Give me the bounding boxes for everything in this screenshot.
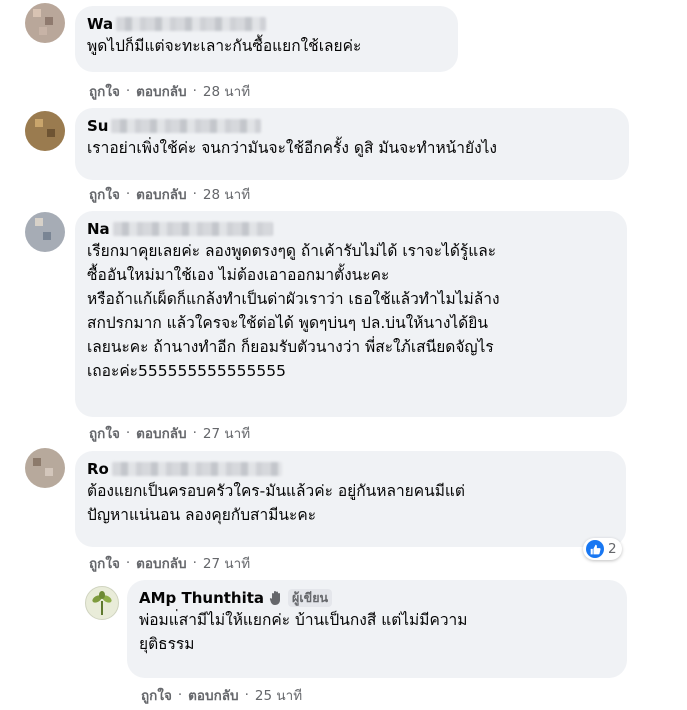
comment-text: พูดไปก็มีแต่จะทะเลาะกันซื้อแยกใช้เลยค่ะ: [87, 37, 362, 55]
comment-author[interactable]: Su: [87, 116, 617, 136]
avatar[interactable]: [25, 448, 65, 488]
comment-text: พ่อมแ่สามีไม่ให้แยกค่ะ บ้านเป็นกงสี แต่ไ…: [139, 611, 468, 653]
comment-author[interactable]: Na: [87, 219, 615, 239]
comment-author[interactable]: Wa: [87, 14, 446, 34]
comment-author[interactable]: Ro: [87, 459, 614, 479]
reply-link[interactable]: ตอบกลับ: [188, 684, 238, 706]
comment-actions: ถูกใจ · ตอบกลับ · 27 นาที: [89, 552, 250, 574]
timestamp-link[interactable]: 27 นาที: [203, 552, 250, 574]
thumbs-up-icon: [586, 540, 604, 558]
reply-bubble: AMp Thunthita ผู้เขียน พ่อมแ่สามีไม่ให้แ…: [127, 580, 627, 678]
like-link[interactable]: ถูกใจ: [89, 183, 120, 205]
reply-link[interactable]: ตอบกลับ: [136, 552, 186, 574]
comment-bubble: Wa พูดไปก็มีแต่จะทะเลาะกันซื้อแยกใช้เลยค…: [75, 6, 458, 72]
like-link[interactable]: ถูกใจ: [141, 684, 172, 706]
timestamp-link[interactable]: 28 นาที: [203, 183, 250, 205]
comment-text: เราอย่าเพิ่งใช้ค่ะ จนกว่ามันจะใช้อีกครั้…: [87, 139, 498, 157]
comment-bubble: Na เรียกมาคุยเลยค่ะ ลองพูดตรงๆดู ถ้าเค้า…: [75, 211, 627, 417]
reaction-count[interactable]: 2: [583, 538, 622, 560]
like-link[interactable]: ถูกใจ: [89, 552, 120, 574]
like-link[interactable]: ถูกใจ: [89, 80, 120, 102]
reply-link[interactable]: ตอบกลับ: [136, 80, 186, 102]
timestamp-link[interactable]: 25 นาที: [255, 684, 302, 706]
comment-actions: ถูกใจ · ตอบกลับ · 25 นาที: [141, 684, 302, 706]
avatar[interactable]: [85, 586, 119, 620]
comment-bubble: Su เราอย่าเพิ่งใช้ค่ะ จนกว่ามันจะใช้อีกค…: [75, 108, 629, 180]
plant-icon: [92, 591, 112, 615]
comment-text: ต้องแยกเป็นครอบครัวใคร-มันแล้วค่ะ อยู่กั…: [87, 482, 465, 524]
reply-link[interactable]: ตอบกลับ: [136, 183, 186, 205]
author-badge: ผู้เขียน: [288, 589, 333, 607]
waving-hand-icon: [268, 590, 284, 606]
avatar[interactable]: [25, 212, 65, 252]
timestamp-link[interactable]: 27 นาที: [203, 422, 250, 444]
comment-text: เรียกมาคุยเลยค่ะ ลองพูดตรงๆดู ถ้าเค้ารับ…: [87, 242, 500, 380]
avatar[interactable]: [25, 3, 65, 43]
timestamp-link[interactable]: 28 นาที: [203, 80, 250, 102]
like-link[interactable]: ถูกใจ: [89, 422, 120, 444]
comment-actions: ถูกใจ · ตอบกลับ · 27 นาที: [89, 422, 250, 444]
comment-actions: ถูกใจ · ตอบกลับ · 28 นาที: [89, 80, 250, 102]
avatar[interactable]: [25, 111, 65, 151]
reply-link[interactable]: ตอบกลับ: [136, 422, 186, 444]
comment-actions: ถูกใจ · ตอบกลับ · 28 นาที: [89, 183, 250, 205]
comment-bubble: Ro ต้องแยกเป็นครอบครัวใคร-มันแล้วค่ะ อยู…: [75, 451, 626, 547]
comment-author[interactable]: AMp Thunthita ผู้เขียน: [139, 588, 615, 608]
